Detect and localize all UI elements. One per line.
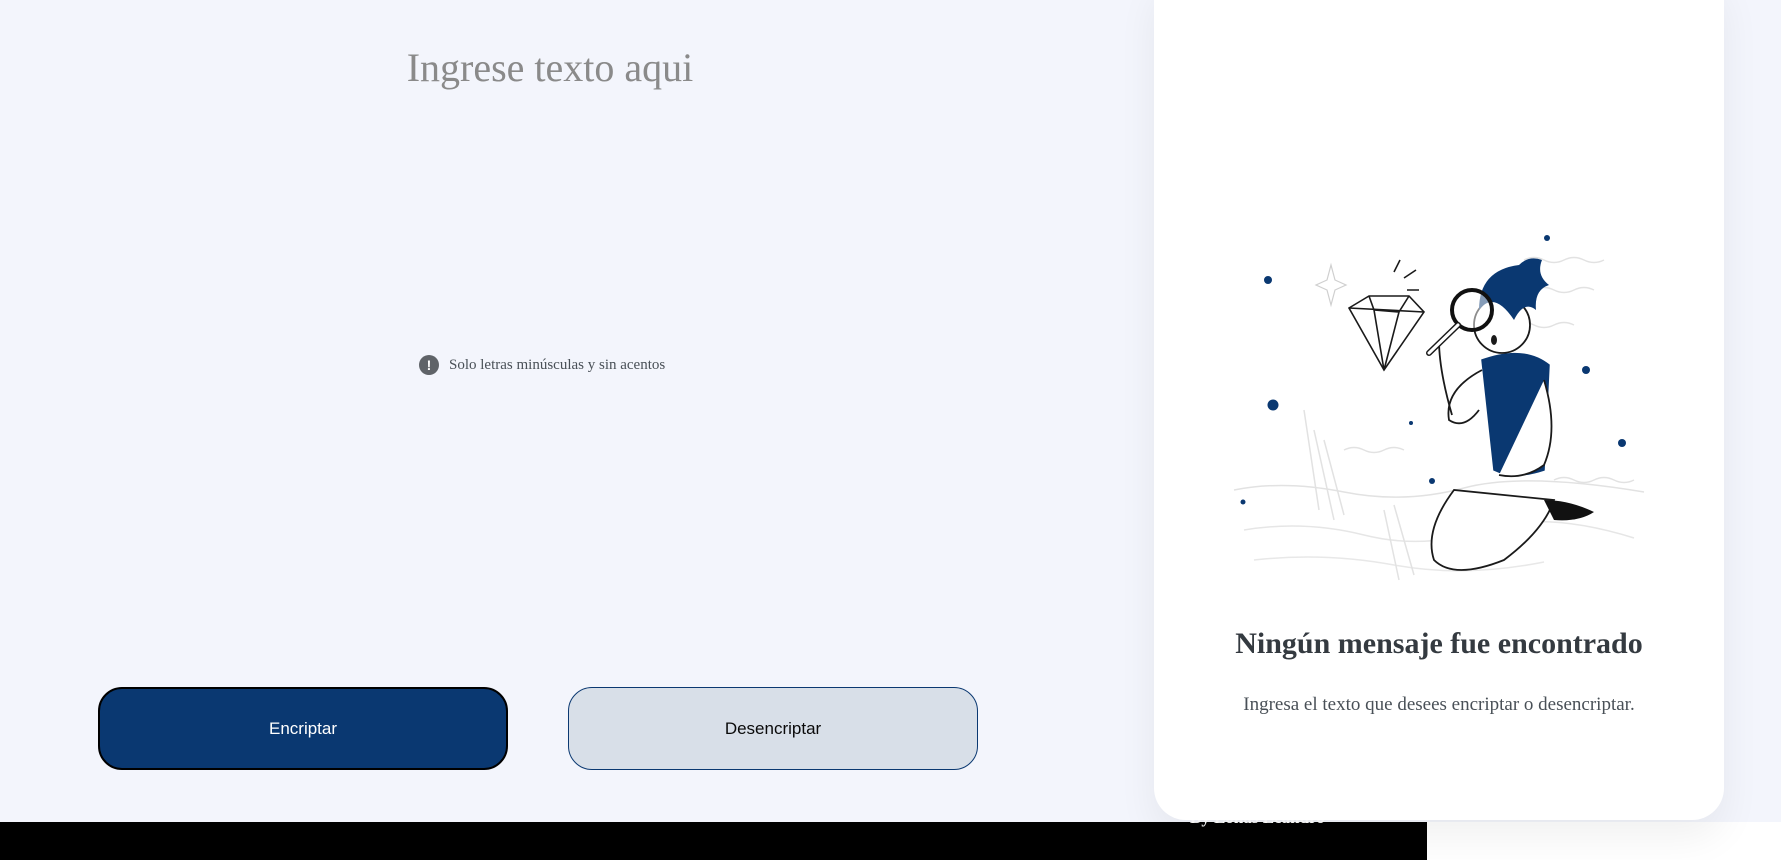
person-with-magnifying-glass-and-diamond-illustration: [1233, 235, 1645, 581]
text-input[interactable]: [0, 0, 1100, 640]
page: ! Solo letras minúsculas y sin acentos E…: [0, 0, 1781, 860]
output-panel: Ningún mensaje fue encontrado Ingresa el…: [1154, 0, 1724, 820]
exclamation-circle-icon: !: [419, 355, 439, 375]
output-subtitle: Ingresa el texto que desees encriptar o …: [1243, 694, 1635, 715]
output-title: Ningún mensaje fue encontrado: [1235, 627, 1643, 660]
footer-white-area: [1427, 822, 1781, 860]
decrypt-button[interactable]: Desencriptar: [568, 687, 978, 770]
encrypt-button[interactable]: Encriptar: [98, 687, 508, 770]
hint-text: Solo letras minúsculas y sin acentos: [449, 356, 666, 373]
hint: ! Solo letras minúsculas y sin acentos: [419, 355, 665, 375]
